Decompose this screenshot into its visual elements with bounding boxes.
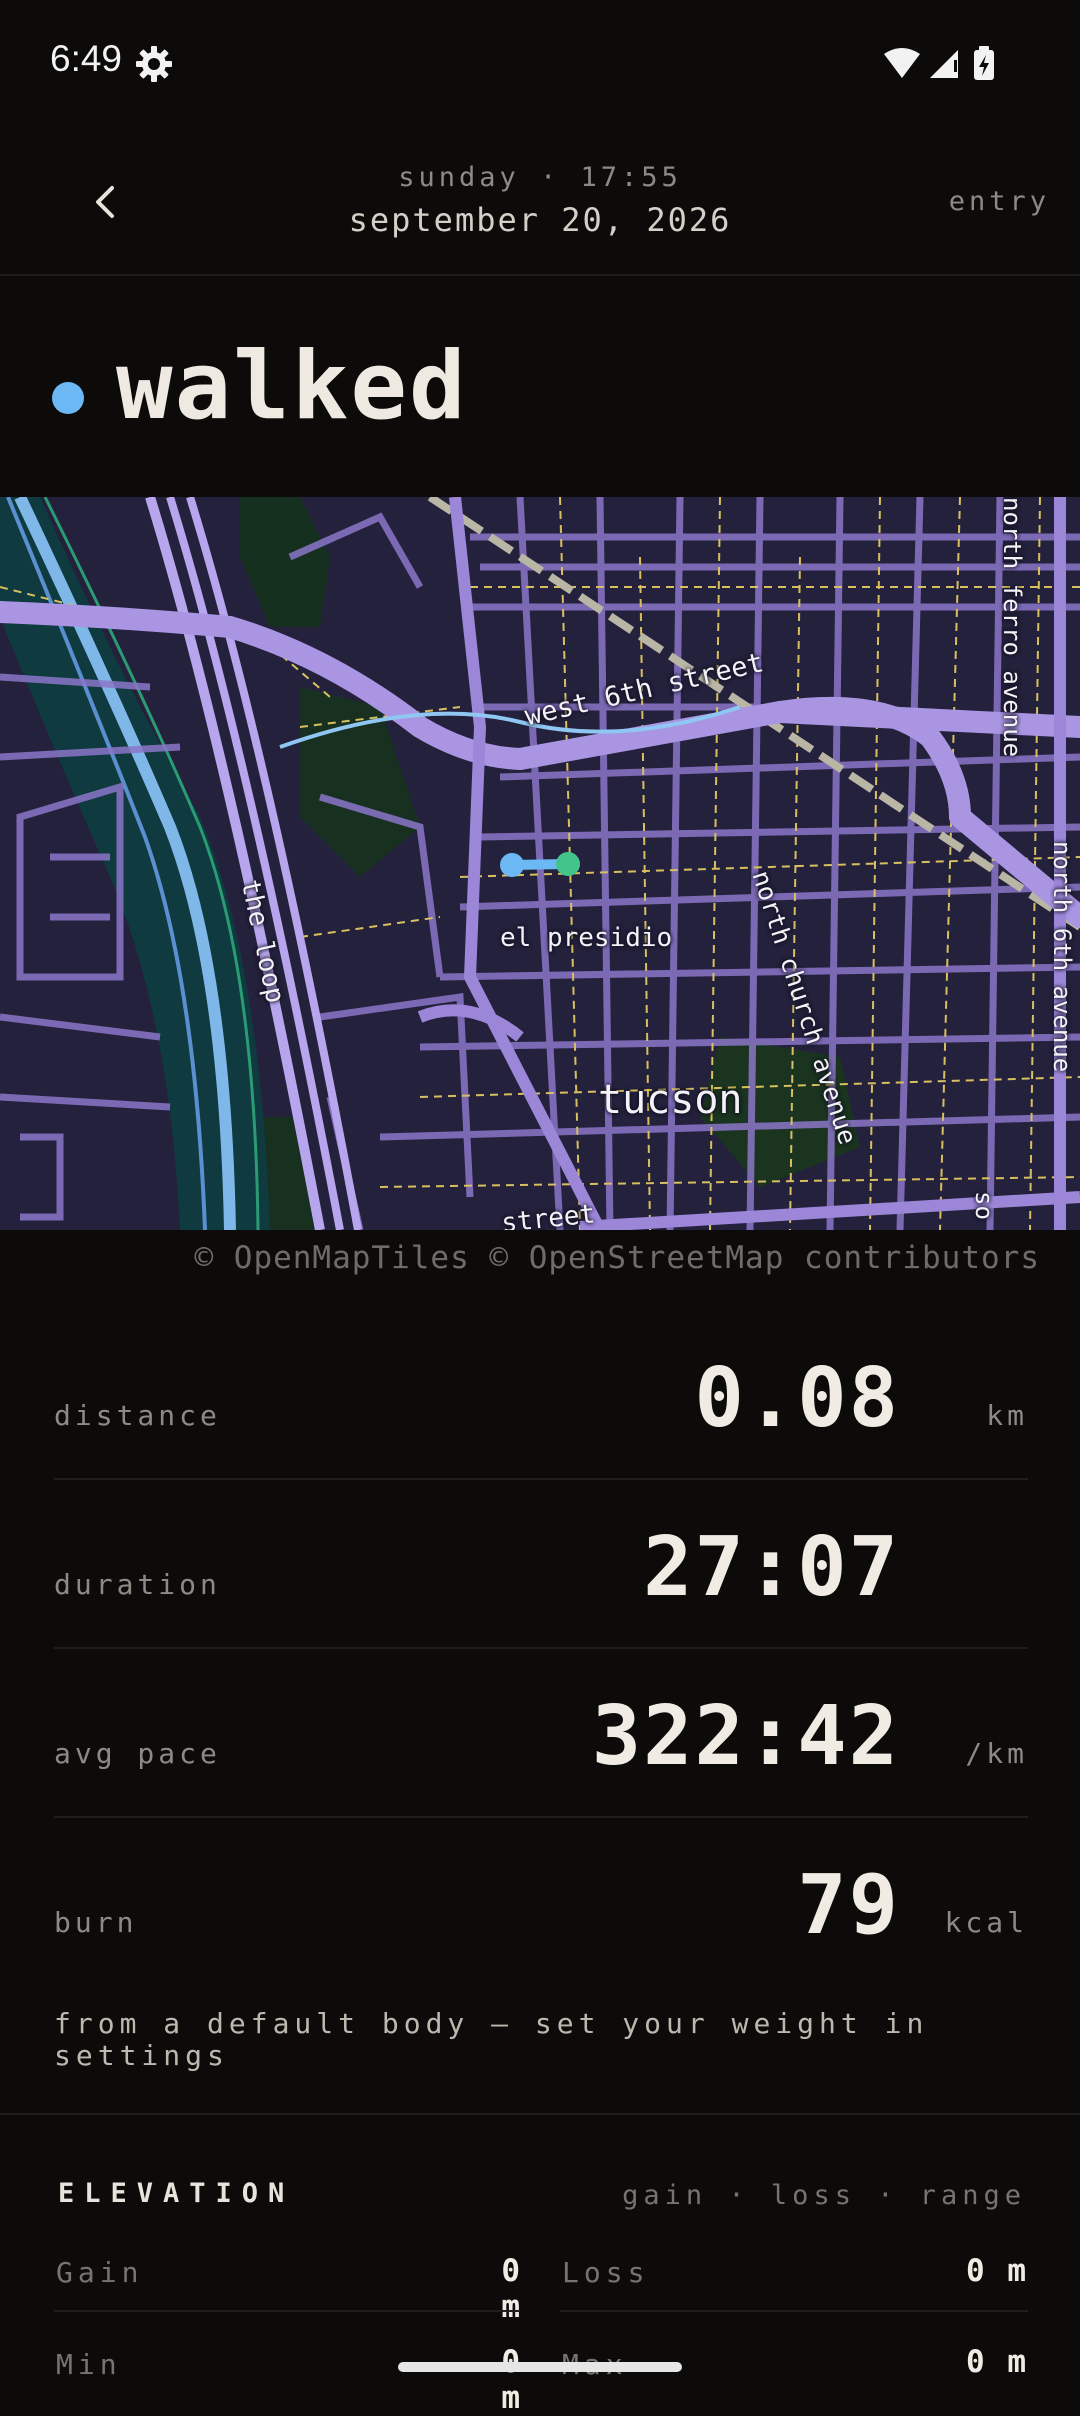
elevation-min-value: 0 m [501, 2344, 522, 2416]
stat-label: duration [54, 1568, 221, 1601]
signal-icon [930, 50, 958, 78]
map-attribution: © OpenMapTiles © OpenStreetMap contribut… [194, 1240, 1040, 1276]
map-label-city: tucson [598, 1077, 743, 1123]
status-icons [880, 44, 1010, 84]
stat-divider [54, 1478, 1028, 1480]
entry-day-time: sunday · 17:55 [398, 162, 682, 193]
elevation-subtitle: gain · loss · range [622, 2180, 1026, 2211]
map-label-north-6th: north 6th avenue [1048, 841, 1076, 1073]
stat-label: burn [54, 1906, 138, 1939]
burn-note: from a default body — set your weight in… [54, 2007, 929, 2072]
stat-unit: /km [965, 1737, 1028, 1770]
entry-label: entry [948, 186, 1050, 217]
stat-value: 0.08 [694, 1351, 900, 1446]
battery-charging-icon [974, 46, 994, 80]
stat-unit: km [986, 1399, 1028, 1432]
entry-datetime: sunday · 17:55 september 20, 2026 [0, 162, 1080, 239]
elevation-min-label: Min [56, 2348, 122, 2381]
home-indicator[interactable] [398, 2362, 682, 2372]
gear-icon [134, 44, 174, 84]
stat-duration: duration 27:07 [54, 1481, 1028, 1649]
stat-label: avg pace [54, 1737, 221, 1770]
map-label-bottom-so: so [970, 1191, 998, 1220]
metric-divider [54, 2310, 520, 2312]
route-map[interactable]: west 6th street el presidio the loop nor… [0, 497, 1080, 1230]
stat-value: 322:42 [591, 1689, 900, 1784]
stat-value: 79 [797, 1858, 900, 1953]
elevation-loss-value: 0 m [966, 2253, 1028, 2289]
stat-divider [54, 1647, 1028, 1649]
map-label-north-ferro: north ferro avenue [998, 497, 1026, 758]
wifi-icon [884, 48, 920, 78]
metric-divider [560, 2310, 1028, 2312]
elevation-gain-label: Gain [56, 2256, 144, 2289]
header-divider [0, 274, 1080, 276]
elevation-gain-value: 0 m [501, 2253, 522, 2325]
elevation-title: ELEVATION [58, 2178, 295, 2209]
status-time: 6:49 [50, 38, 123, 79]
stat-distance: distance 0.08 km [54, 1312, 1028, 1480]
stat-value: 27:07 [643, 1520, 900, 1615]
stat-divider [54, 1816, 1028, 1818]
map-label-el-presidio: el presidio [500, 923, 673, 953]
stat-label: distance [54, 1399, 221, 1432]
activity-title: walked [116, 332, 468, 441]
stat-unit: kcal [944, 1906, 1028, 1939]
entry-date: september 20, 2026 [348, 201, 732, 239]
elevation-max-value: 0 m [966, 2344, 1028, 2380]
stat-avg-pace: avg pace 322:42 /km [54, 1650, 1028, 1818]
section-divider [0, 2113, 1080, 2115]
stat-burn: burn 79 kcal [54, 1819, 1028, 1979]
activity-type-dot [52, 382, 84, 414]
elevation-loss-label: Loss [562, 2256, 650, 2289]
